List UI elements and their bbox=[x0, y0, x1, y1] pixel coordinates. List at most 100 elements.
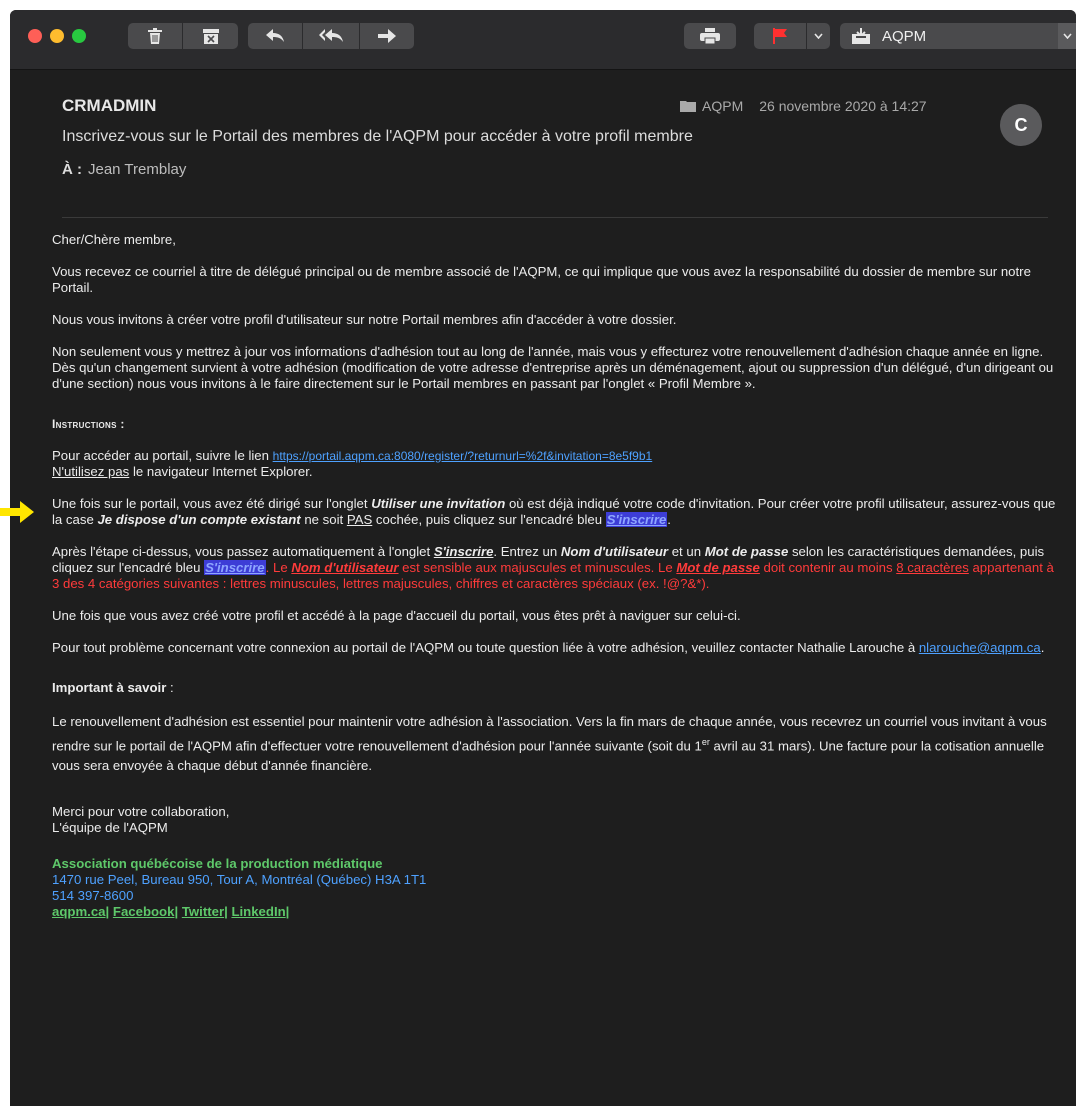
checkbox-name-existing-account: Je dispose d'un compte existant bbox=[97, 512, 301, 527]
step-one-text: . bbox=[667, 512, 671, 527]
link-separator: | bbox=[105, 904, 110, 920]
archive-button[interactable] bbox=[183, 23, 238, 49]
paragraph-contact: Pour tout problème concernant votre conn… bbox=[52, 640, 1058, 656]
delete-button[interactable] bbox=[128, 23, 182, 49]
red-note-text: . Le bbox=[265, 560, 292, 575]
access-paragraph: Pour accéder au portail, suivre le lien … bbox=[52, 448, 1058, 480]
to-label: À : bbox=[62, 161, 82, 178]
signature-links: aqpm.ca| Facebook| Twitter| LinkedIn| bbox=[52, 904, 1058, 920]
signature-organization: Association québécoise de la production … bbox=[52, 856, 383, 872]
annotation-arrow-icon bbox=[0, 501, 34, 523]
closing-thanks: Merci pour votre collaboration, bbox=[52, 804, 230, 820]
access-text: Pour accéder au portail, suivre le lien bbox=[52, 448, 273, 463]
step-two-text: . Entrez un bbox=[493, 544, 561, 559]
message-subject: Inscrivez-vous sur le Portail des membre… bbox=[62, 128, 693, 145]
flag-button[interactable] bbox=[754, 23, 806, 49]
step-one-text: Une fois sur le portail, vous avez été d… bbox=[52, 496, 372, 511]
close-window-button[interactable] bbox=[28, 29, 42, 43]
tab-name-sinscrire: S'inscrire bbox=[433, 544, 494, 559]
contact-text: . bbox=[1040, 640, 1045, 655]
contact-email-link[interactable]: nlarouche@aqpm.ca bbox=[919, 640, 1041, 655]
message-header: CRMADMIN Inscrivez-vous sur le Portail d… bbox=[10, 70, 1076, 220]
paragraph-ready: Une fois que vous avez créé votre profil… bbox=[52, 608, 741, 623]
important-heading: Important à savoir : bbox=[52, 680, 1058, 696]
archive-icon bbox=[202, 28, 219, 44]
ie-warning-emphasis: N'utilisez pas bbox=[52, 464, 130, 479]
signature-phone: 514 397-8600 bbox=[52, 888, 134, 904]
flag-menu-button[interactable] bbox=[807, 23, 830, 49]
red-note-text: doit contenir au moins bbox=[759, 560, 897, 575]
step-one-text: cochée, puis cliquez sur l'encadré bleu bbox=[372, 512, 606, 527]
greeting: Cher/Chère membre, bbox=[52, 232, 176, 247]
instructions-heading: Instructions : bbox=[52, 416, 1058, 432]
instructions-heading-text: Instructions : bbox=[52, 417, 125, 431]
red-note-password: Mot de passe bbox=[676, 560, 760, 575]
sinscrire-label: S'inscrire bbox=[204, 560, 266, 575]
move-to-mailbox-select[interactable]: AQPM bbox=[840, 23, 1076, 49]
step-two-text: et un bbox=[668, 544, 705, 559]
link-twitter[interactable]: Twitter bbox=[182, 904, 224, 919]
zoom-window-button[interactable] bbox=[72, 29, 86, 43]
signature-address: 1470 rue Peel, Bureau 950, Tour A, Montr… bbox=[52, 872, 427, 888]
closing-team: L'équipe de l'AQPM bbox=[52, 820, 168, 836]
field-name-password: Mot de passe bbox=[704, 544, 789, 559]
message-body: Cher/Chère membre, Vous recevez ce courr… bbox=[52, 232, 1058, 920]
recipient-name[interactable]: Jean Tremblay bbox=[88, 161, 186, 178]
print-group bbox=[684, 23, 736, 49]
ie-warning-text: le navigateur Internet Explorer. bbox=[129, 464, 313, 479]
mail-window: AQPM CRMADMIN Inscrivez-vous sur le Port… bbox=[10, 10, 1076, 1106]
sender-name[interactable]: CRMADMIN bbox=[62, 96, 156, 116]
message-folder[interactable]: AQPM bbox=[702, 98, 743, 114]
closing: Merci pour votre collaboration, L'équipe… bbox=[52, 804, 1058, 836]
trash-icon bbox=[148, 28, 162, 44]
link-separator: | bbox=[224, 904, 228, 920]
paragraph-role: Vous recevez ce courriel à titre de délé… bbox=[52, 264, 1031, 295]
registration-link[interactable]: https://portail.aqpm.ca:8080/register/?r… bbox=[273, 449, 653, 463]
mailbox-label: AQPM bbox=[882, 27, 927, 45]
step-one-text: ne soit bbox=[300, 512, 347, 527]
reply-all-button[interactable] bbox=[303, 23, 359, 49]
reply-group bbox=[248, 23, 414, 49]
toolbar: AQPM bbox=[10, 10, 1076, 70]
flag-icon bbox=[773, 28, 787, 44]
move-to-mailbox-icon bbox=[852, 28, 870, 44]
renewal-superscript: er bbox=[701, 737, 710, 747]
important-heading-colon: : bbox=[166, 680, 174, 695]
red-note-text: est sensible aux majuscules et minuscule… bbox=[398, 560, 677, 575]
step-two-text: Après l'étape ci-dessus, vous passez aut… bbox=[52, 544, 434, 559]
red-note-username: Nom d'utilisateur bbox=[291, 560, 399, 575]
folder-icon bbox=[680, 101, 696, 112]
message-meta: AQPM 26 novembre 2020 à 14:27 bbox=[680, 98, 927, 114]
contact-text: Pour tout problème concernant votre conn… bbox=[52, 640, 919, 655]
step-two-paragraph: Après l'étape ci-dessus, vous passez aut… bbox=[52, 544, 1058, 592]
chevron-down-icon bbox=[1062, 33, 1072, 39]
paragraph-invitation: Nous vous invitons à créer votre profil … bbox=[52, 312, 677, 327]
reply-button[interactable] bbox=[248, 23, 302, 49]
print-icon bbox=[700, 28, 720, 44]
header-divider bbox=[62, 217, 1048, 218]
signature: Association québécoise de la production … bbox=[52, 856, 1058, 920]
print-button[interactable] bbox=[684, 23, 736, 49]
red-note-length: 8 caractères bbox=[896, 560, 969, 575]
delete-archive-group bbox=[128, 23, 238, 49]
message-date: 26 novembre 2020 à 14:27 bbox=[759, 98, 927, 114]
link-separator: | bbox=[285, 904, 290, 920]
forward-icon bbox=[378, 29, 396, 43]
link-website[interactable]: aqpm.ca bbox=[52, 904, 106, 919]
paragraph-renewal: Le renouvellement d'adhésion est essenti… bbox=[52, 712, 1058, 776]
avatar: C bbox=[1000, 104, 1042, 146]
minimize-window-button[interactable] bbox=[50, 29, 64, 43]
reply-all-icon bbox=[319, 29, 343, 42]
reply-icon bbox=[266, 29, 284, 42]
mailbox-menu-caret[interactable] bbox=[1058, 23, 1076, 49]
recipient-line: À : Jean Tremblay bbox=[62, 161, 186, 178]
link-linkedin[interactable]: LinkedIn bbox=[231, 904, 285, 919]
tab-name-invitation: Utiliser une invitation bbox=[371, 496, 506, 511]
field-name-username: Nom d'utilisateur bbox=[560, 544, 669, 559]
sinscrire-label: S'inscrire bbox=[605, 512, 668, 527]
paragraph-profile-update: Non seulement vous y mettrez à jour vos … bbox=[52, 344, 1054, 391]
forward-button[interactable] bbox=[360, 23, 414, 49]
link-facebook[interactable]: Facebook bbox=[113, 904, 175, 919]
link-separator: | bbox=[174, 904, 179, 920]
flag-group bbox=[754, 23, 830, 49]
